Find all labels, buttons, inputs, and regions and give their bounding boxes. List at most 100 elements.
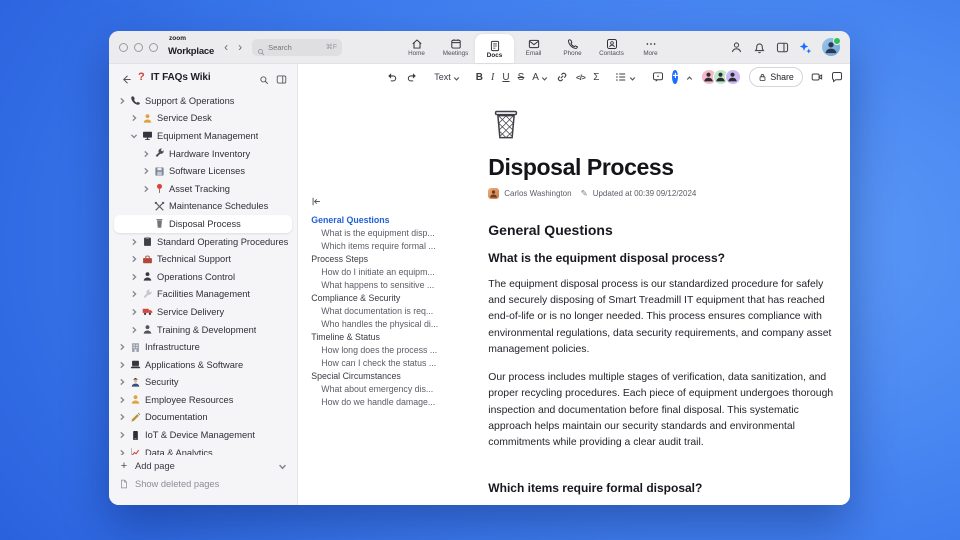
chevron-right-icon[interactable] [130, 273, 138, 281]
toc-item[interactable]: How long does the process ... [311, 343, 484, 356]
sidebar-item-standard-operating-procedures[interactable]: Standard Operating Procedures [114, 233, 292, 251]
sidebar-item-equipment-management[interactable]: Equipment Management [114, 127, 292, 145]
sidebar-item-support-operations[interactable]: Support & Operations [114, 92, 292, 110]
sidebar-item-service-desk[interactable]: Service Desk [114, 110, 292, 128]
chevron-right-icon[interactable] [130, 308, 138, 316]
start-video-button[interactable] [811, 71, 823, 83]
sidebar-item-software-licenses[interactable]: Software Licenses [114, 162, 292, 180]
sidebar-item-maintenance-schedules[interactable]: Maintenance Schedules [114, 198, 292, 216]
toc-section[interactable]: Compliance & Security [311, 291, 484, 304]
code-block-button[interactable]: </> [576, 73, 586, 82]
chevron-right-icon[interactable] [130, 290, 138, 298]
email-icon [528, 37, 540, 49]
redo-button[interactable] [406, 71, 418, 83]
chevron-down-icon[interactable] [278, 462, 287, 471]
tab-phone[interactable]: Phone [553, 31, 592, 63]
chevron-right-icon[interactable] [130, 114, 138, 122]
sidebar-item-hardware-inventory[interactable]: Hardware Inventory [114, 145, 292, 163]
side-panel-toggle-icon[interactable] [776, 41, 789, 54]
ai-companion-icon[interactable] [799, 41, 812, 54]
comment-button[interactable] [652, 71, 664, 83]
wiki-search-icon[interactable] [259, 72, 269, 85]
sidebar-item-operations-control[interactable]: Operations Control [114, 268, 292, 286]
sidebar-item-facilities-management[interactable]: Facilities Management [114, 286, 292, 304]
sidebar-item-applications-software[interactable]: Applications & Software [114, 356, 292, 374]
chevron-right-icon[interactable] [118, 378, 126, 386]
minimize-window-button[interactable] [134, 42, 143, 52]
chevron-right-icon[interactable] [142, 185, 150, 193]
sidebar-item-technical-support[interactable]: Technical Support [114, 250, 292, 268]
search-input[interactable] [268, 42, 307, 52]
toc-item[interactable]: What documentation is req... [311, 304, 484, 317]
strikethrough-button[interactable]: S [518, 72, 525, 83]
underline-button[interactable]: U [502, 72, 509, 83]
forward-button[interactable]: › [238, 40, 242, 54]
toc-section[interactable]: Timeline & Status [311, 330, 484, 343]
close-window-button[interactable] [119, 42, 128, 52]
chevron-right-icon[interactable] [130, 326, 138, 334]
chevron-right-icon[interactable] [118, 343, 126, 351]
insert-link-button[interactable] [556, 71, 568, 83]
toc-item[interactable]: Which items require formal ... [311, 239, 484, 252]
sidebar-back-icon[interactable] [121, 72, 132, 84]
toc-item[interactable]: How do we handle damage... [311, 395, 484, 408]
toc-section[interactable]: Special Circumstances [311, 369, 484, 382]
chevron-right-icon[interactable] [118, 97, 126, 105]
collapse-toolbar-button[interactable] [686, 74, 693, 81]
toc-item[interactable]: What about emergency dis... [311, 382, 484, 395]
equation-button[interactable]: Σ [593, 72, 599, 83]
show-deleted-pages-button[interactable]: Show deleted pages [115, 475, 291, 493]
sidebar-item-service-delivery[interactable]: Service Delivery [114, 303, 292, 321]
toc-item[interactable]: What is the equipment disp... [311, 226, 484, 239]
collaborator-avatar-3[interactable] [725, 69, 742, 85]
toc-section[interactable]: Process Steps [311, 252, 484, 265]
chevron-right-icon[interactable] [142, 167, 150, 175]
sidebar-item-employee-resources[interactable]: Employee Resources [114, 391, 292, 409]
maximize-window-button[interactable] [149, 42, 158, 52]
sidebar-item-security[interactable]: Security [114, 374, 292, 392]
text-style-dropdown[interactable]: Text [434, 72, 460, 82]
undo-button[interactable] [386, 71, 398, 83]
share-button[interactable]: Share [749, 67, 803, 87]
notifications-bell-icon[interactable] [753, 41, 766, 54]
bold-button[interactable]: B [476, 72, 483, 83]
chevron-right-icon[interactable] [130, 255, 138, 263]
chevron-right-icon[interactable] [118, 431, 126, 439]
italic-button[interactable]: I [491, 72, 494, 83]
tab-home[interactable]: Home [397, 31, 436, 63]
tab-email[interactable]: Email [514, 31, 553, 63]
chevron-right-icon[interactable] [118, 361, 126, 369]
toc-item[interactable]: Who handles the physical di... [311, 317, 484, 330]
add-page-button[interactable]: + Add page [115, 457, 291, 475]
sidebar-item-data-analytics[interactable]: Data & Analytics [114, 444, 292, 455]
chevron-right-icon[interactable] [118, 396, 126, 404]
chevron-right-icon[interactable] [130, 238, 138, 246]
toc-section[interactable]: General Questions [311, 213, 484, 226]
toc-item[interactable]: How do I initiate an equipm... [311, 265, 484, 278]
tab-contacts[interactable]: Contacts [592, 31, 631, 63]
toc-collapse-icon[interactable] [311, 196, 322, 207]
sidebar-item-infrastructure[interactable]: Infrastructure [114, 338, 292, 356]
sidebar-item-training-development[interactable]: Training & Development [114, 321, 292, 339]
toc-item[interactable]: How can I check the status ... [311, 356, 484, 369]
chat-button[interactable] [831, 71, 843, 83]
chevron-down-icon[interactable] [130, 132, 138, 140]
tab-more[interactable]: More [631, 31, 670, 63]
tab-meetings[interactable]: Meetings [436, 31, 475, 63]
user-avatar[interactable] [822, 37, 841, 56]
profile-icon[interactable] [730, 41, 743, 54]
chevron-right-icon[interactable] [118, 413, 126, 421]
tab-docs[interactable]: Docs [475, 34, 514, 63]
global-search[interactable]: ⌘F [252, 38, 343, 56]
text-color-dropdown[interactable]: A [532, 72, 548, 83]
toc-item[interactable]: What happens to sensitive ... [311, 278, 484, 291]
sidebar-item-disposal-process[interactable]: Disposal Process [114, 215, 293, 233]
chevron-right-icon[interactable] [142, 150, 150, 158]
list-format-dropdown[interactable] [615, 71, 636, 83]
insert-block-button[interactable]: + [672, 70, 679, 84]
sidebar-item-documentation[interactable]: Documentation [114, 409, 292, 427]
sidebar-item-iot-device-management[interactable]: IoT & Device Management [114, 426, 292, 444]
sidebar-item-asset-tracking[interactable]: Asset Tracking [114, 180, 292, 198]
back-button[interactable]: ‹ [224, 40, 228, 54]
sidebar-collapse-icon[interactable] [276, 72, 287, 84]
